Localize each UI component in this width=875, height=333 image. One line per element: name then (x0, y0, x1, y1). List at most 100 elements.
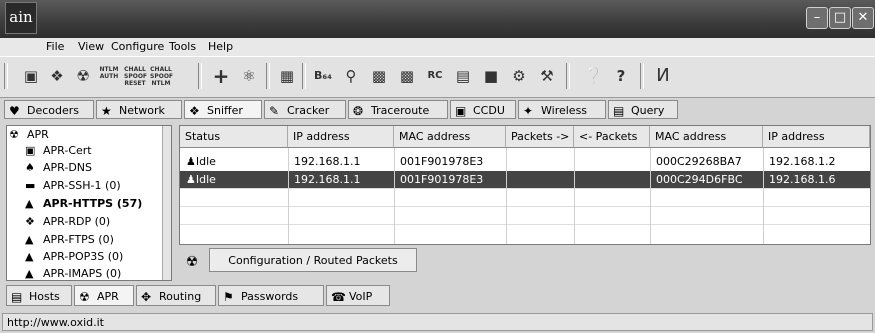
tab-sniffer[interactable]: ❖ Sniffer (184, 100, 262, 119)
sniffer-icon: ❖ (189, 104, 200, 118)
column-header[interactable]: Packets -> (506, 126, 574, 148)
lock-icon: ▲ (25, 233, 34, 246)
status-cell: Idle (195, 173, 216, 186)
apr-tree: ☢ APR ▣ APR-Cert ♠ APR-DNS ▬ APR-SSH-1 (0) ▲… (6, 125, 172, 281)
chall-spoof-reset-icon[interactable]: CHALL SPOOF RESET (124, 65, 147, 87)
bottom-tabs: ▤ Hosts ☢ APR ✥ Routing ⚑ Passwords ☎ VoIP (0, 284, 875, 308)
host-status-icon: ♟ (186, 173, 196, 186)
menu-view[interactable]: View (78, 40, 104, 53)
tree-item-apr-pop3s[interactable]: ▲ APR-POP3S (0) (25, 250, 123, 264)
tree-scrollbar[interactable] (162, 126, 171, 280)
title-bar: ain – □ ✕ (0, 0, 875, 38)
status-cell: Idle (195, 155, 216, 168)
wireless-icon: ✦ (523, 104, 534, 118)
tab-apr[interactable]: ☢ APR (74, 285, 134, 306)
tree-item-apr-dns[interactable]: ♠ APR-DNS (25, 161, 92, 175)
column-header[interactable]: Status (180, 126, 288, 148)
help-icon[interactable]: ? (610, 65, 632, 87)
passwords-icon: ⚑ (223, 290, 234, 304)
menu-configure[interactable]: Configure (111, 40, 164, 53)
lock-icon: ▲ (25, 197, 34, 210)
connections-table: Status IP address MAC address Packets ->… (179, 125, 871, 245)
traceroute-icon: ❂ (353, 104, 364, 118)
tab-configuration-routed-packets[interactable]: Configuration / Routed Packets (209, 248, 417, 272)
menu-file[interactable]: File (46, 40, 64, 53)
chall-spoof-ntlm-icon[interactable]: CHALL SPOOF NTLM (150, 65, 173, 87)
decoders-icon: ♥ (9, 104, 20, 118)
ccdu-icon: ▣ (455, 104, 467, 118)
host-status-icon: ♟ (186, 155, 196, 168)
column-header[interactable]: MAC address (394, 126, 506, 148)
gear-icon[interactable]: ⚙ (508, 65, 530, 87)
tree-item-apr-imaps[interactable]: ▲ APR-IMAPS (0) (25, 267, 121, 280)
menu-help[interactable]: Help (208, 40, 233, 53)
base64-icon[interactable]: B₆₄ (312, 65, 334, 87)
status-bar: http://www.oxid.it (2, 313, 873, 331)
add-icon[interactable]: + (210, 65, 232, 87)
rdp-icon: ❖ (25, 215, 35, 228)
tab-query[interactable]: ▤ Query (608, 100, 678, 119)
ip-cell: 192.168.1.1 (294, 173, 361, 186)
rc-icon[interactable]: RC (424, 65, 446, 87)
ip-cell: 192.168.1.1 (294, 155, 361, 168)
pillar-icon[interactable]: И (652, 65, 674, 87)
mac-cell: 001F901978E3 (400, 155, 484, 168)
ip-cell: 192.168.1.2 (769, 155, 836, 168)
tab-network[interactable]: ★ Network (96, 100, 182, 119)
certificate-icon: ▣ (25, 144, 36, 157)
tree-item-apr-cert[interactable]: ▣ APR-Cert (25, 144, 92, 158)
column-header[interactable]: MAC address (650, 126, 763, 148)
tree-item-apr[interactable]: ☢ APR (9, 128, 49, 142)
ntlm-auth-icon[interactable]: NTLM AUTH (98, 65, 120, 87)
certificate-icon[interactable]: ⚛ (238, 65, 260, 87)
table-row[interactable]: ♟Idle 192.168.1.1 001F901978E3 000C29268… (180, 153, 870, 170)
menu-bar: File View Configure Tools Help (0, 38, 875, 56)
console-icon[interactable]: ▩ (396, 65, 418, 87)
maximize-button[interactable]: □ (829, 7, 851, 29)
tab-traceroute[interactable]: ❂ Traceroute (348, 100, 448, 119)
table-row[interactable]: ♟Idle 192.168.1.1 001F901978E3 000C294D6… (180, 171, 870, 188)
dns-icon: ♠ (25, 161, 35, 174)
column-header[interactable]: <- Packets (574, 126, 650, 148)
terminal-icon: ▬ (25, 179, 36, 192)
monitor-icon[interactable]: ▤ (452, 65, 474, 87)
tab-voip[interactable]: ☎ VoIP (326, 285, 390, 306)
status-url: http://www.oxid.it (7, 316, 104, 329)
radiation-icon: ☢ (9, 128, 19, 141)
tree-item-apr-https[interactable]: ▲ APR-HTTPS (57) (25, 197, 142, 211)
tree-item-apr-ssh[interactable]: ▬ APR-SSH-1 (0) (25, 179, 121, 193)
tools-wrench-icon[interactable]: ⚒ (536, 65, 558, 87)
column-header[interactable]: IP address (763, 126, 870, 148)
tab-passwords[interactable]: ⚑ Passwords (218, 285, 324, 306)
apr-icon: ☢ (79, 290, 90, 304)
tab-cracker[interactable]: ✎ Cracker (264, 100, 346, 119)
routing-icon[interactable]: ▦ (276, 65, 298, 87)
lock-icon: ▲ (25, 250, 34, 263)
tab-wireless[interactable]: ✦ Wireless (518, 100, 606, 119)
close-button[interactable]: ✕ (852, 7, 874, 29)
network-card-icon[interactable]: ■ (480, 65, 502, 87)
info-icon[interactable]: ❔ (582, 65, 604, 87)
toolbar: ▣ ❖ ☢ NTLM AUTH CHALL SPOOF RESET CHALL … (0, 56, 875, 98)
radiation-icon[interactable]: ☢ (72, 65, 94, 87)
radiation-icon[interactable]: ☢ (179, 250, 205, 274)
tab-routing[interactable]: ✥ Routing (136, 285, 216, 306)
tab-ccdu[interactable]: ▣ CCDU (450, 100, 516, 119)
menu-tools[interactable]: Tools (169, 40, 196, 53)
column-header[interactable]: IP address (288, 126, 394, 148)
lock-icon: ▲ (25, 267, 34, 280)
minimize-button[interactable]: – (806, 7, 828, 29)
tools-icon[interactable]: ❖ (46, 65, 68, 87)
ip-cell: 192.168.1.6 (769, 173, 836, 186)
hash-icon[interactable]: ▩ (368, 65, 390, 87)
routing-icon: ✥ (141, 290, 152, 304)
open-icon[interactable]: ▣ (20, 65, 42, 87)
tree-item-apr-rdp[interactable]: ❖ APR-RDP (0) (25, 215, 110, 229)
tab-decoders[interactable]: ♥ Decoders (4, 100, 94, 119)
tab-hosts[interactable]: ▤ Hosts (6, 285, 72, 306)
mac-cell: 001F901978E3 (400, 173, 484, 186)
map-icon[interactable]: ⚲ (340, 65, 362, 87)
mac-cell: 000C294D6FBC (656, 173, 743, 186)
tree-item-apr-ftps[interactable]: ▲ APR-FTPS (0) (25, 233, 114, 247)
apr-subtabs: ☢ Configuration / Routed Packets (179, 246, 869, 274)
